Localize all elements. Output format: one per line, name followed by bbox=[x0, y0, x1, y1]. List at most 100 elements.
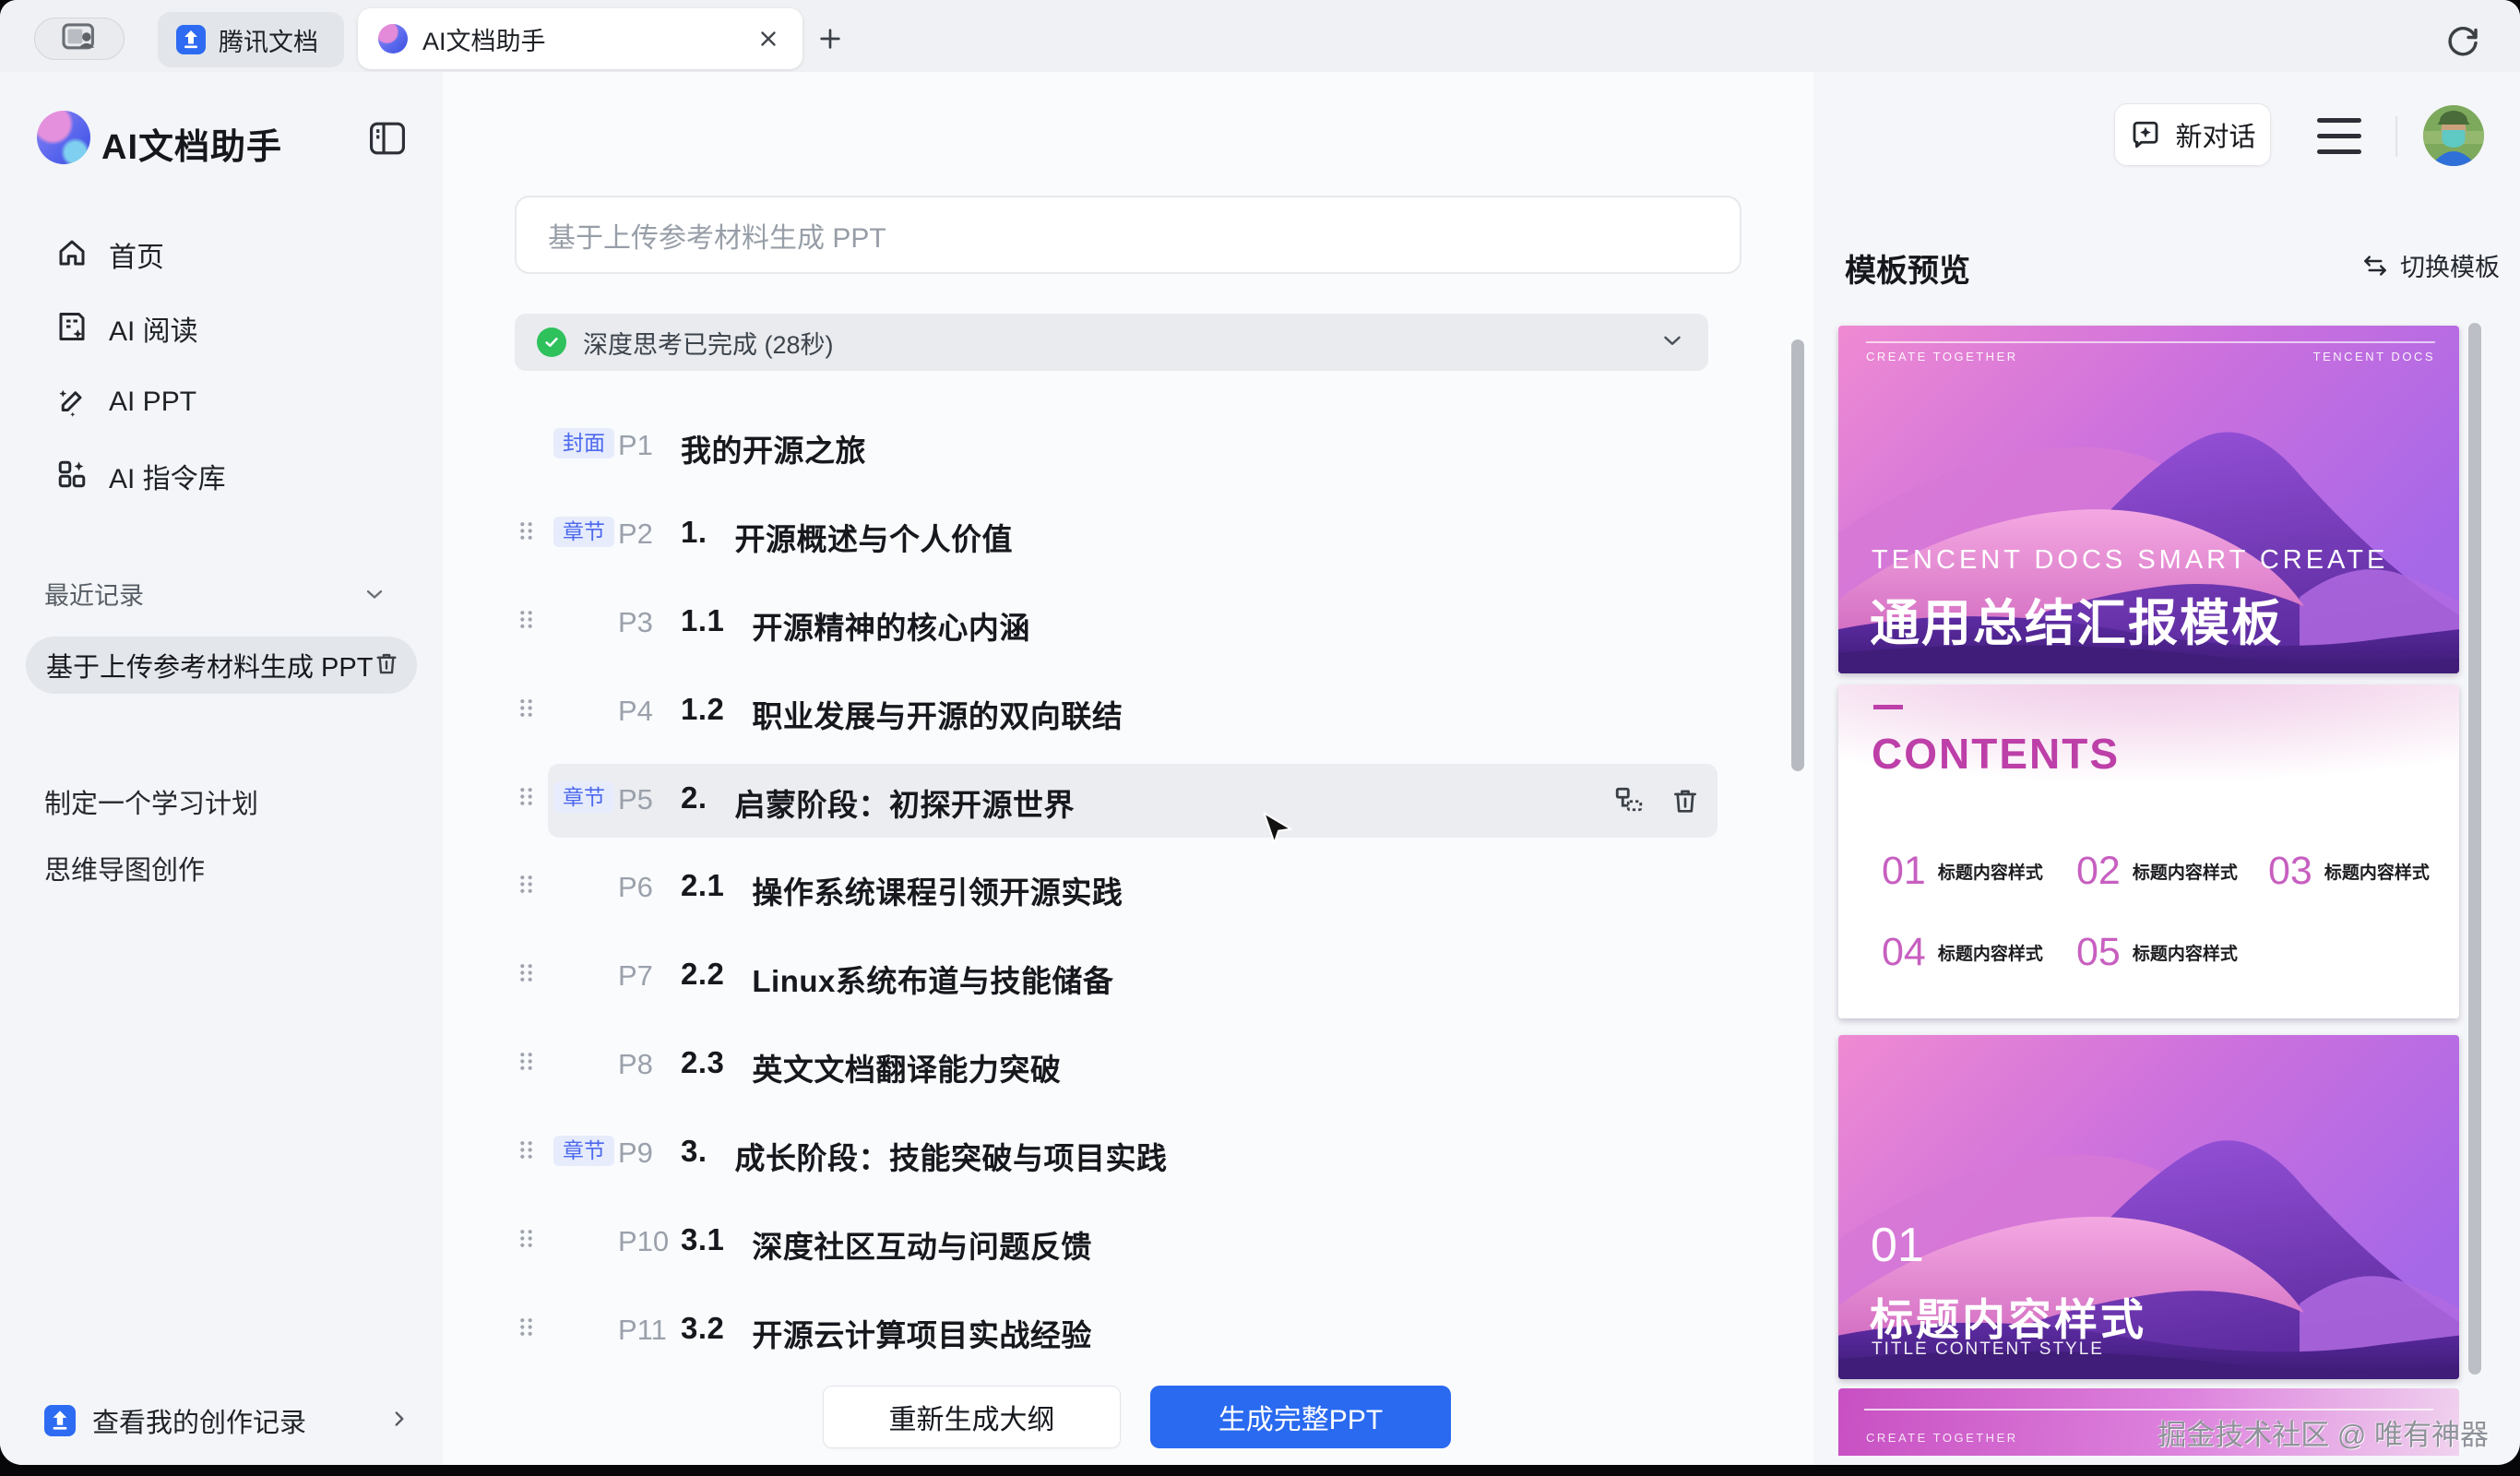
new-chat-button[interactable]: 新对话 bbox=[2114, 103, 2271, 166]
outline-number: 3.1 bbox=[681, 1222, 724, 1267]
slide-type-badge: 章节 bbox=[553, 782, 614, 813]
recent-records-header[interactable]: 最近记录 bbox=[44, 576, 413, 612]
deep-thinking-status[interactable]: 深度思考已完成 (28秒) bbox=[515, 314, 1708, 371]
outline-row[interactable]: 封面 P1 我的开源之旅 bbox=[515, 410, 1718, 483]
drag-handle-icon[interactable] bbox=[518, 1139, 534, 1165]
outline-title: Linux系统布道与技能储备 bbox=[752, 957, 1113, 1001]
refresh-icon[interactable] bbox=[2443, 20, 2483, 61]
slide-title: 通用总结汇报模板 bbox=[1870, 582, 2283, 655]
page-number: P10 bbox=[618, 1225, 669, 1258]
drag-handle-icon[interactable] bbox=[518, 786, 534, 812]
mouse-cursor bbox=[1262, 812, 1293, 851]
outline-row[interactable]: P8 2.3英文文档翻译能力突破 bbox=[515, 1029, 1718, 1102]
outline-title: 英文文档翻译能力突破 bbox=[752, 1045, 1061, 1089]
recent-item[interactable]: 制定一个学习计划 bbox=[44, 779, 395, 825]
close-tab-icon[interactable] bbox=[753, 23, 784, 54]
outline-row[interactable]: 章节 P9 3.成长阶段：技能突破与项目实践 bbox=[515, 1117, 1718, 1191]
drag-handle-icon[interactable] bbox=[518, 962, 534, 988]
drag-handle-icon[interactable] bbox=[518, 1316, 534, 1342]
contents-item: 04标题内容样式 bbox=[1882, 930, 2043, 975]
outline-row[interactable]: 章节 P2 1.开源概述与个人价值 bbox=[515, 498, 1718, 572]
header-divider bbox=[2395, 116, 2397, 157]
sidebar-item-ai-ppt[interactable]: AI PPT bbox=[0, 365, 443, 439]
slide-caption: TENCENT DOCS bbox=[2313, 350, 2435, 363]
contents-item: 05标题内容样式 bbox=[2076, 930, 2238, 975]
recent-item-active[interactable]: 基于上传参考材料生成 PPT bbox=[26, 637, 417, 694]
creation-history-link[interactable]: 查看我的创作记录 bbox=[0, 1393, 443, 1448]
new-tab-button[interactable] bbox=[812, 20, 849, 57]
regenerate-outline-button[interactable]: 重新生成大纲 bbox=[823, 1386, 1121, 1448]
switch-template-button[interactable]: 切换模板 bbox=[2361, 247, 2500, 283]
new-chat-icon bbox=[2129, 118, 2162, 151]
outline-row-hovered[interactable]: 章节 P5 2.启蒙阶段：初探开源世界 bbox=[515, 764, 1718, 838]
recent-item[interactable]: 思维导图创作 bbox=[44, 845, 395, 891]
contents-item: 01标题内容样式 bbox=[1882, 849, 2043, 894]
generate-ppt-button[interactable]: 生成完整PPT bbox=[1150, 1386, 1451, 1448]
prompt-input[interactable]: 基于上传参考材料生成 PPT bbox=[515, 196, 1741, 274]
add-subpage-icon[interactable] bbox=[1612, 784, 1646, 822]
user-avatar[interactable] bbox=[2423, 105, 2484, 166]
page-number: P4 bbox=[618, 695, 653, 728]
slide-type-badge: 章节 bbox=[553, 517, 614, 547]
outline-number: 2. bbox=[681, 780, 707, 825]
sidebar-item-home[interactable]: 首页 bbox=[0, 218, 443, 292]
browser-tab-bar: 腾讯文档 AI文档助手 bbox=[0, 0, 2520, 72]
drag-handle-icon[interactable] bbox=[518, 609, 534, 635]
delete-row-icon[interactable] bbox=[1670, 785, 1701, 821]
collapse-sidebar-icon[interactable] bbox=[367, 120, 408, 157]
outline-title: 开源云计算项目实战经验 bbox=[752, 1311, 1092, 1355]
ai-command-library-icon bbox=[55, 458, 89, 495]
template-slide-cover: CREATE TOGETHER TENCENT DOCS TENCENT DOC… bbox=[1838, 326, 2459, 673]
outline-row[interactable]: P4 1.2职业发展与开源的双向联结 bbox=[515, 675, 1718, 749]
recent-records-title: 最近记录 bbox=[44, 576, 144, 612]
app-title: AI文档助手 bbox=[101, 118, 282, 169]
outline-title: 开源精神的核心内涵 bbox=[752, 603, 1030, 648]
browser-tab-tencent-docs[interactable]: 腾讯文档 bbox=[158, 12, 344, 67]
home-icon bbox=[55, 236, 89, 274]
prompt-text: 基于上传参考材料生成 PPT bbox=[548, 215, 886, 256]
page-number: P2 bbox=[618, 518, 653, 551]
page-number: P7 bbox=[618, 959, 653, 993]
app-logo-icon bbox=[37, 111, 90, 164]
sidebar-item-ai-read[interactable]: AI 阅读 bbox=[0, 292, 443, 365]
slide-kicker: TENCENT DOCS SMART CREATE bbox=[1872, 545, 2388, 576]
sidebar-item-ai-commands[interactable]: AI 指令库 bbox=[0, 439, 443, 513]
slide-caption: CREATE TOGETHER bbox=[1866, 1431, 2018, 1445]
menu-icon[interactable] bbox=[2317, 118, 2361, 155]
browser-tab-ai-assistant-active[interactable]: AI文档助手 bbox=[358, 8, 802, 69]
page-number: P6 bbox=[618, 871, 653, 904]
chevron-down-icon[interactable] bbox=[1658, 327, 1686, 359]
tencent-docs-icon bbox=[44, 1405, 76, 1436]
drag-handle-icon[interactable] bbox=[518, 520, 534, 546]
ai-ppt-icon bbox=[55, 384, 89, 422]
outline-row[interactable]: P6 2.1操作系统课程引领开源实践 bbox=[515, 851, 1718, 925]
sidebar: AI文档助手 首页 AI 阅读 AI PPT AI 指令库 最近记录 bbox=[0, 72, 443, 1465]
outline-row[interactable]: P3 1.1开源精神的核心内涵 bbox=[515, 587, 1718, 661]
page-number: P5 bbox=[618, 783, 653, 816]
outline-row[interactable]: P10 3.1深度社区互动与问题反馈 bbox=[515, 1206, 1718, 1280]
trash-icon[interactable] bbox=[373, 649, 400, 682]
contents-item: 03标题内容样式 bbox=[2268, 849, 2430, 894]
drag-handle-icon[interactable] bbox=[518, 874, 534, 899]
app-window: 腾讯文档 AI文档助手 AI文档助手 首页 bbox=[0, 0, 2520, 1465]
screen-user-icon bbox=[59, 21, 100, 57]
drag-handle-icon[interactable] bbox=[518, 1228, 534, 1254]
outline-number: 1. bbox=[681, 515, 707, 559]
drag-handle-icon[interactable] bbox=[518, 1051, 534, 1077]
outline-number: 1.2 bbox=[681, 692, 724, 736]
slide-type-badge: 章节 bbox=[553, 1136, 614, 1166]
drag-handle-icon[interactable] bbox=[518, 697, 534, 723]
section-subtitle: TITLE CONTENT STYLE bbox=[1872, 1339, 2104, 1360]
page-number: P8 bbox=[618, 1048, 653, 1081]
main-scrollbar[interactable] bbox=[1791, 339, 1804, 771]
template-slide-contents: CONTENTS 01标题内容样式 02标题内容样式 03标题内容样式 04标题… bbox=[1838, 684, 2459, 1018]
slide-type-badge: 封面 bbox=[553, 428, 614, 458]
outline-number: 2.2 bbox=[681, 957, 724, 1001]
panel-scrollbar[interactable] bbox=[2468, 323, 2481, 1375]
creation-history-label: 查看我的创作记录 bbox=[92, 1401, 306, 1440]
outline-row[interactable]: P7 2.2 Linux系统布道与技能储备 bbox=[515, 940, 1718, 1014]
outline-number: 2.1 bbox=[681, 868, 724, 912]
profile-switcher-button[interactable] bbox=[34, 18, 125, 60]
outline-row[interactable]: P11 3.2开源云计算项目实战经验 bbox=[515, 1294, 1718, 1368]
slide-divider-line bbox=[1864, 1409, 2433, 1411]
